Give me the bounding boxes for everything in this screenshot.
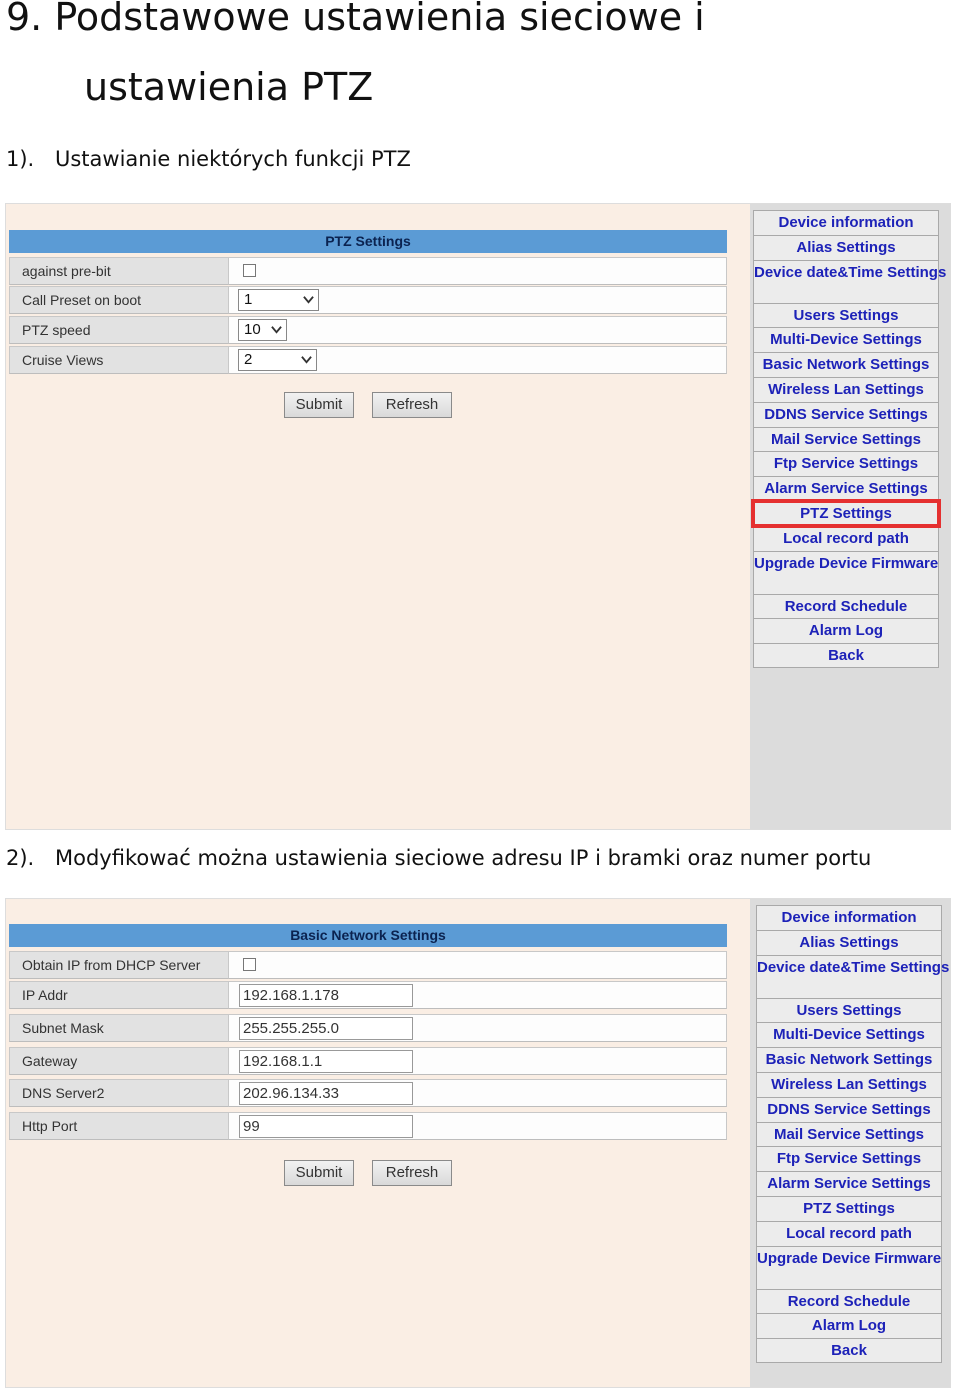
menu-item-ddns-service[interactable]: DDNS Service Settings — [753, 401, 939, 427]
menu-item-ptz-settings[interactable]: PTZ Settings — [751, 498, 941, 528]
row-label: Cruise Views — [9, 346, 235, 374]
menu-item-alarm-service[interactable]: Alarm Service Settings — [756, 1171, 942, 1196]
against-pre-bit-checkbox[interactable] — [243, 264, 256, 277]
select-value: 1 — [244, 291, 253, 308]
menu-item-record-schedule[interactable]: Record Schedule — [756, 1288, 942, 1314]
menu-item-device-information[interactable]: Device information — [756, 905, 942, 930]
menu-item-wireless-lan[interactable]: Wireless Lan Settings — [756, 1071, 942, 1097]
cruise-views-select[interactable]: 2 — [238, 349, 317, 371]
dns-server2-input[interactable]: 202.96.134.33 — [239, 1082, 413, 1105]
menu-item-ddns-service[interactable]: DDNS Service Settings — [756, 1096, 942, 1122]
step-2-text: Modyfikować można ustawienia sieciowe ad… — [55, 846, 872, 870]
network-row-ip-addr: IP Addr 192.168.1.178 — [9, 981, 727, 1009]
row-label: Gateway — [9, 1047, 235, 1075]
select-value: 10 — [244, 321, 261, 338]
row-label: Subnet Mask — [9, 1014, 235, 1042]
network-row-gateway: Gateway 192.168.1.1 — [9, 1047, 727, 1075]
row-value: 202.96.134.33 — [228, 1079, 727, 1107]
call-preset-select[interactable]: 1 — [238, 289, 319, 311]
menu-item-alarm-log[interactable]: Alarm Log — [753, 618, 939, 644]
network-row-dhcp: Obtain IP from DHCP Server — [9, 951, 727, 979]
step-2-caption: 2). Modyfikować można ustawienia sieciowe… — [6, 846, 871, 870]
select-value: 2 — [244, 351, 253, 368]
ptz-speed-select[interactable]: 10 — [238, 319, 287, 341]
step-1-caption: 1). Ustawianie niektórych funkcji PTZ — [6, 147, 411, 171]
network-refresh-button[interactable]: Refresh — [372, 1160, 452, 1186]
ip-addr-input[interactable]: 192.168.1.178 — [239, 984, 413, 1007]
subnet-mask-input[interactable]: 255.255.255.0 — [239, 1017, 413, 1040]
ptz-row-call-preset: Call Preset on boot 1 — [9, 286, 727, 314]
ptz-row-against-pre-bit: against pre-bit — [9, 257, 727, 285]
settings-menu: Device information Alias Settings Device… — [751, 210, 946, 668]
menu-item-alias-settings[interactable]: Alias Settings — [753, 234, 939, 260]
step-1-text: Ustawianie niektórych funkcji PTZ — [55, 147, 411, 171]
ptz-row-speed: PTZ speed 10 — [9, 316, 727, 344]
chevron-down-icon — [271, 326, 282, 334]
document-title: 9. Podstawowe ustawienia sieciowe i usta… — [6, 0, 705, 110]
menu-item-ftp-service[interactable]: Ftp Service Settings — [753, 451, 939, 477]
ptz-panel-title: PTZ Settings — [9, 230, 727, 253]
menu-item-device-date-time[interactable]: Device date&Time Settings — [756, 954, 949, 998]
menu-item-alias-settings[interactable]: Alias Settings — [756, 929, 942, 955]
network-row-http-port: Http Port 99 — [9, 1112, 727, 1140]
menu-item-multi-device[interactable]: Multi-Device Settings — [753, 327, 939, 353]
network-panel-title: Basic Network Settings — [9, 924, 727, 947]
row-value: 2 — [228, 346, 727, 374]
menu-item-mail-service[interactable]: Mail Service Settings — [756, 1121, 942, 1147]
title-line-1: 9. Podstawowe ustawienia sieciowe i — [6, 0, 705, 39]
step-2-number: 2). — [6, 846, 35, 870]
menu-item-ftp-service[interactable]: Ftp Service Settings — [756, 1146, 942, 1172]
menu-item-wireless-lan[interactable]: Wireless Lan Settings — [753, 376, 939, 402]
row-label: IP Addr — [9, 981, 235, 1009]
step-1-number: 1). — [6, 147, 35, 171]
network-row-dns-server2: DNS Server2 202.96.134.33 — [9, 1079, 727, 1107]
chevron-down-icon — [303, 296, 314, 304]
menu-item-alarm-service[interactable]: Alarm Service Settings — [753, 476, 939, 501]
menu-item-alarm-log[interactable]: Alarm Log — [756, 1313, 942, 1339]
dhcp-checkbox[interactable] — [243, 958, 256, 971]
menu-item-device-date-time[interactable]: Device date&Time Settings — [753, 259, 946, 303]
menu-item-device-information[interactable]: Device information — [753, 210, 939, 235]
network-settings-screenshot: Basic Network Settings Obtain IP from DH… — [5, 898, 951, 1388]
menu-item-local-record-path[interactable]: Local record path — [756, 1220, 942, 1246]
row-value: 1 — [228, 286, 727, 314]
settings-menu: Device information Alias Settings Device… — [756, 905, 949, 1363]
menu-item-users-settings[interactable]: Users Settings — [756, 997, 942, 1023]
title-line-2: ustawienia PTZ — [84, 65, 374, 109]
row-value: 10 — [228, 316, 727, 344]
http-port-input[interactable]: 99 — [239, 1115, 413, 1138]
ptz-settings-screenshot: PTZ Settings against pre-bit Call Preset… — [5, 203, 951, 830]
row-value: 192.168.1.1 — [228, 1047, 727, 1075]
chevron-down-icon — [301, 356, 312, 364]
row-label: DNS Server2 — [9, 1079, 235, 1107]
menu-item-back[interactable]: Back — [753, 643, 939, 668]
row-value: 192.168.1.178 — [228, 981, 727, 1009]
menu-item-record-schedule[interactable]: Record Schedule — [753, 593, 939, 619]
menu-item-back[interactable]: Back — [756, 1338, 942, 1363]
ptz-submit-button[interactable]: Submit — [284, 392, 354, 418]
ptz-row-cruise-views: Cruise Views 2 — [9, 346, 727, 374]
row-label: against pre-bit — [9, 257, 235, 285]
row-value — [228, 257, 727, 285]
menu-item-upgrade-firmware[interactable]: Upgrade Device Firmware — [756, 1245, 942, 1289]
menu-item-local-record-path[interactable]: Local record path — [753, 525, 939, 551]
row-label: Http Port — [9, 1112, 235, 1140]
gateway-input[interactable]: 192.168.1.1 — [239, 1050, 413, 1073]
menu-item-ptz-settings[interactable]: PTZ Settings — [756, 1195, 942, 1221]
row-value: 99 — [228, 1112, 727, 1140]
row-value — [228, 951, 727, 979]
row-value: 255.255.255.0 — [228, 1014, 727, 1042]
menu-item-mail-service[interactable]: Mail Service Settings — [753, 426, 939, 452]
row-label: PTZ speed — [9, 316, 235, 344]
network-submit-button[interactable]: Submit — [284, 1160, 354, 1186]
menu-item-multi-device[interactable]: Multi-Device Settings — [756, 1022, 942, 1048]
row-label: Obtain IP from DHCP Server — [9, 951, 235, 979]
ptz-refresh-button[interactable]: Refresh — [372, 392, 452, 418]
menu-item-basic-network[interactable]: Basic Network Settings — [756, 1047, 942, 1072]
menu-item-users-settings[interactable]: Users Settings — [753, 302, 939, 328]
row-label: Call Preset on boot — [9, 286, 235, 314]
menu-item-basic-network[interactable]: Basic Network Settings — [753, 352, 939, 377]
network-row-subnet-mask: Subnet Mask 255.255.255.0 — [9, 1014, 727, 1042]
menu-item-upgrade-firmware[interactable]: Upgrade Device Firmware — [753, 550, 939, 594]
